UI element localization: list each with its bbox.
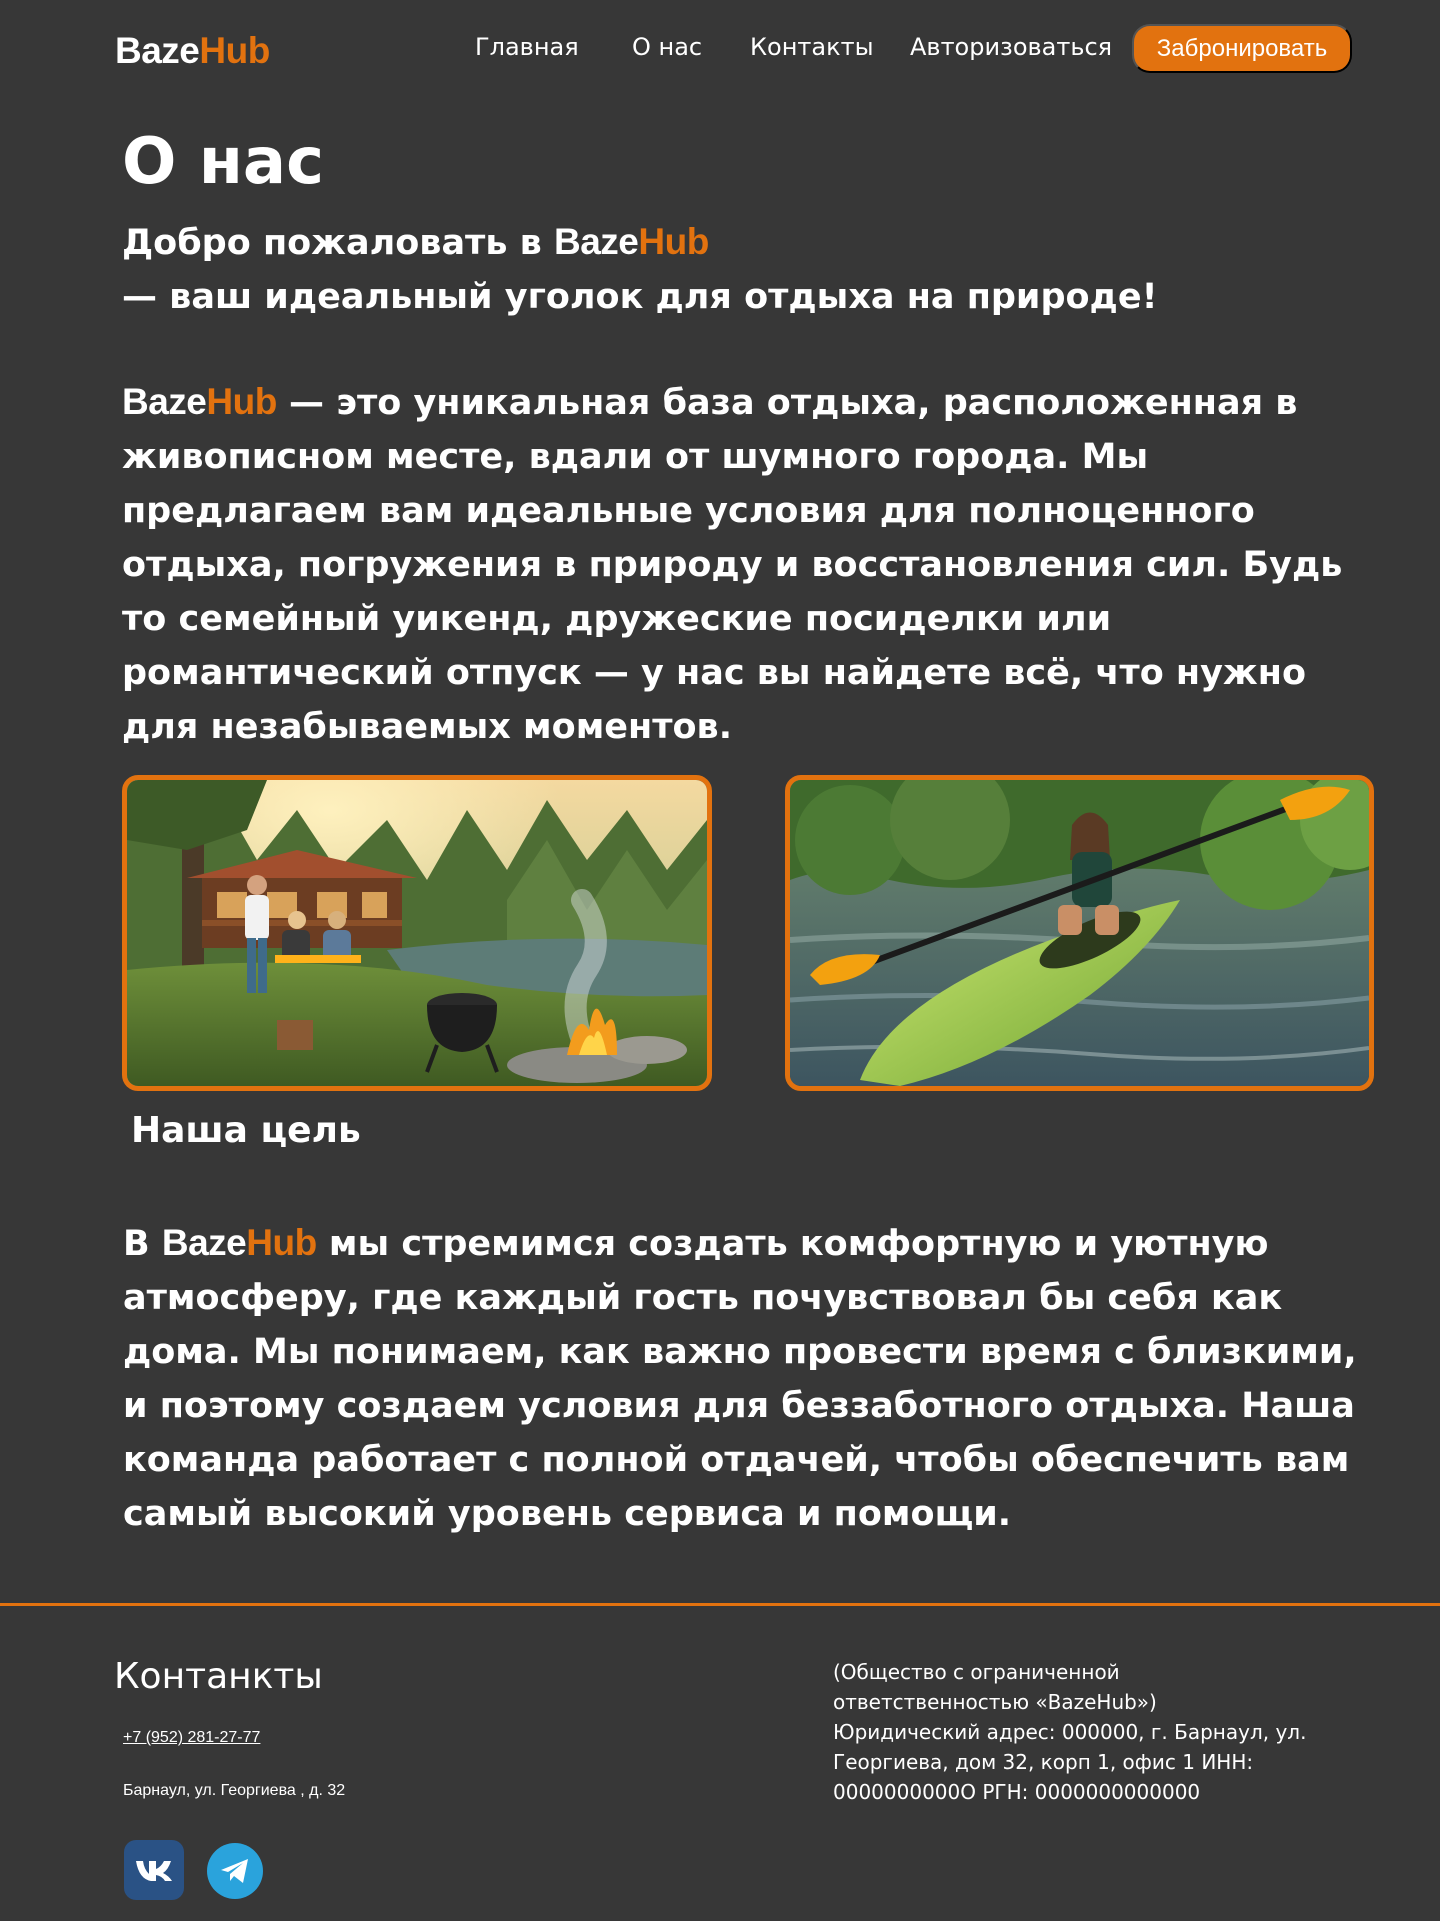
telegram-link[interactable] (207, 1843, 263, 1899)
camp-photo (122, 775, 712, 1091)
book-button[interactable]: Забронировать (1132, 24, 1352, 73)
nav-link-contacts[interactable]: Контакты (750, 33, 874, 61)
goal-title: Наша цель (131, 1110, 361, 1151)
intro-text: — это уникальная база отдыха, расположен… (122, 383, 1343, 747)
goal-text: мы стремимся создать комфортную и уютную… (123, 1224, 1357, 1534)
vk-icon (136, 1861, 172, 1881)
legal-info: (Общество с ограниченной ответственность… (833, 1657, 1313, 1807)
telegram-icon (221, 1859, 248, 1883)
welcome-heading: Добро пожаловать в BazeHub — ваш идеальн… (122, 215, 1158, 324)
intro-brand-baze: Baze (122, 381, 207, 422)
goal-prefix: В (123, 1224, 162, 1264)
goal-paragraph: В BazeHub мы стремимся создать комфортну… (123, 1216, 1368, 1541)
kayak-photo (785, 775, 1374, 1091)
footer-phone-link[interactable]: +7 (952) 281-27-77 (123, 1729, 260, 1747)
legal-address: Юридический адрес: 000000, г. Барнаул, у… (833, 1720, 1307, 1804)
welcome-prefix: Добро пожаловать в (122, 223, 554, 263)
kayak-photo-image (790, 780, 1369, 1086)
footer-address: Барнаул, ул. Георгиева , д. 32 (123, 1782, 346, 1799)
vk-link[interactable] (124, 1840, 184, 1900)
intro-paragraph: BazeHub — это уникальная база отдыха, ра… (122, 375, 1362, 754)
nav-link-main[interactable]: Главная (475, 33, 579, 61)
camp-photo-image (127, 780, 707, 1086)
footer-divider (0, 1603, 1440, 1606)
intro-brand-hub: Hub (206, 381, 277, 422)
nav-link-about[interactable]: О нас (632, 33, 702, 61)
site-header: BazeHub Главная О нас Контакты Авторизов… (0, 0, 1440, 100)
welcome-brand-baze: Baze (554, 221, 639, 262)
legal-company: (Общество с ограниченной ответственность… (833, 1660, 1157, 1714)
nav-link-login[interactable]: Авторизоваться (910, 33, 1112, 61)
footer-contacts-title: Контанкты (114, 1656, 323, 1697)
goal-brand-hub: Hub (246, 1222, 317, 1263)
goal-brand-baze: Baze (161, 1222, 247, 1263)
welcome-tagline: — ваш идеальный уголок для отдыха на при… (122, 277, 1158, 317)
welcome-brand-hub: Hub (638, 221, 709, 262)
page-title: О нас (122, 125, 325, 199)
